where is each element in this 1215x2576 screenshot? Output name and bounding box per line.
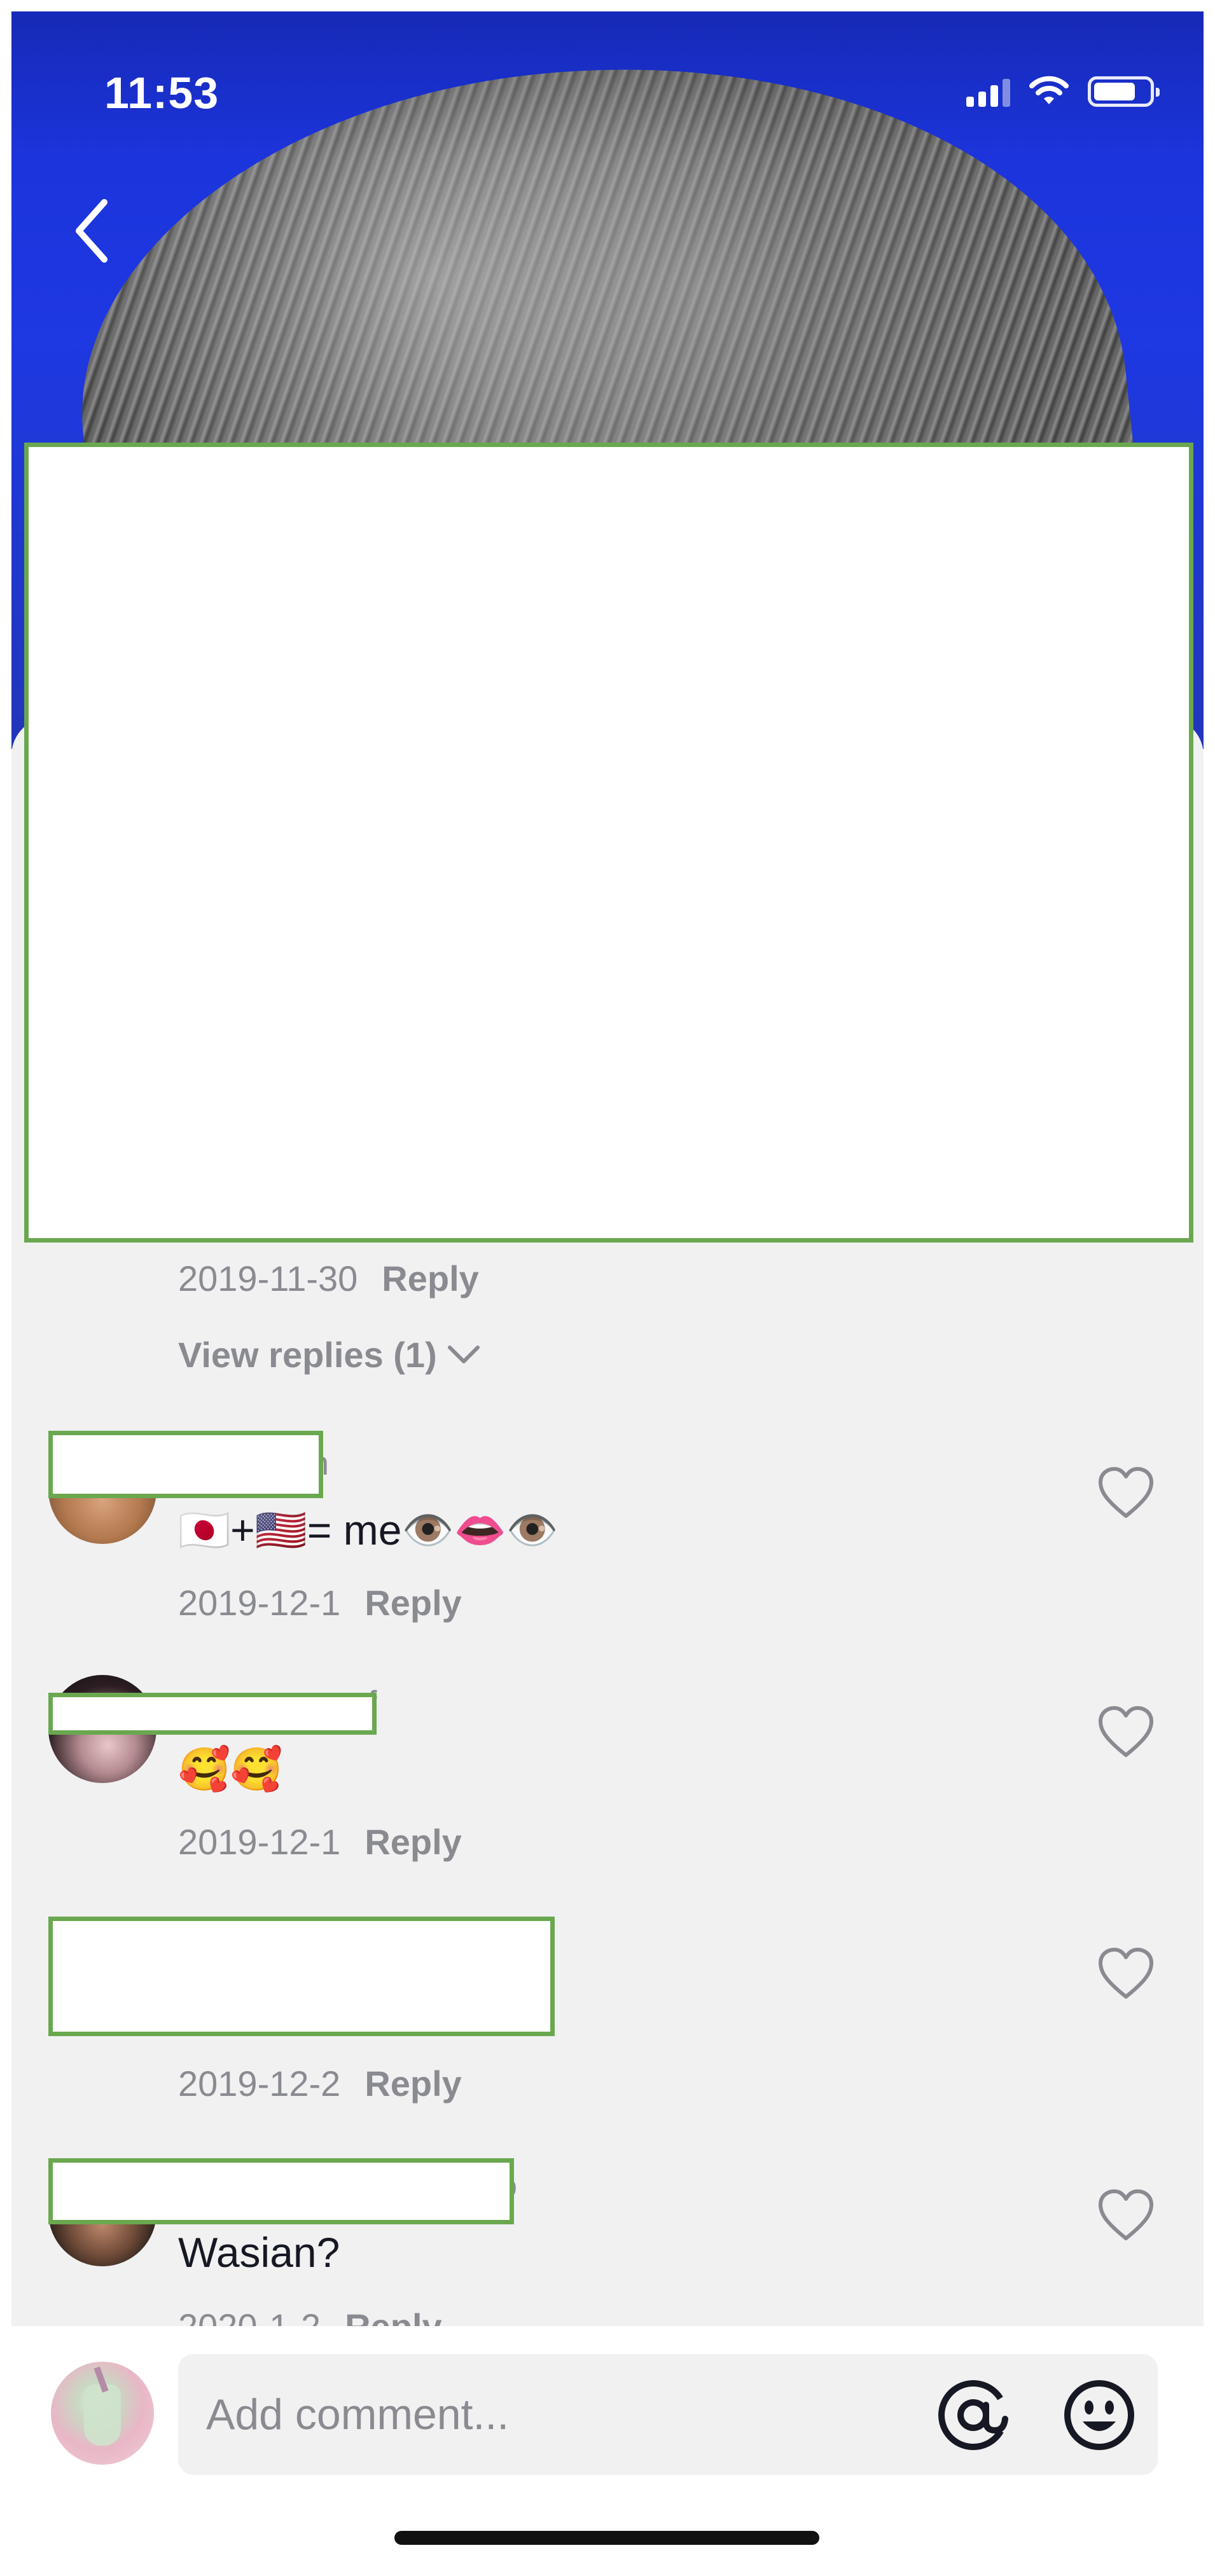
battery-icon xyxy=(1088,76,1160,107)
screen: 11:53 2019-11-30 Reply View replies (1) xyxy=(11,11,1204,2565)
comment-text: 🇯🇵+🇺🇸= me👁️👄👁️ xyxy=(178,1506,559,1553)
comment-date: 2019-12-2 xyxy=(178,2063,341,2104)
comment-meta: 2019-12-1 Reply xyxy=(178,1582,462,1623)
at-icon[interactable] xyxy=(935,2377,1011,2453)
redacted-username xyxy=(48,1693,377,1735)
wifi-icon xyxy=(1029,76,1069,104)
comment-meta: 2019-12-2 Reply xyxy=(178,2063,462,2104)
my-avatar[interactable] xyxy=(51,2362,154,2465)
redacted-comment xyxy=(48,1917,555,2036)
reply-button[interactable]: Reply xyxy=(364,1582,462,1623)
chevron-down-icon xyxy=(447,1345,480,1363)
comment-date: 2019-12-1 xyxy=(178,1822,341,1862)
comment-text: Wasian? xyxy=(178,2229,340,2276)
status-icons xyxy=(966,75,1160,107)
comment-meta: 2019-12-1 Reply xyxy=(178,1821,462,1863)
status-time: 11:53 xyxy=(104,68,219,118)
heart-icon[interactable] xyxy=(1094,2184,1158,2247)
redacted-region xyxy=(24,443,1193,1243)
redacted-username xyxy=(48,2158,514,2224)
view-replies-button[interactable]: View replies (1) xyxy=(178,1334,482,1375)
heart-icon[interactable] xyxy=(1094,1942,1158,2006)
heart-icon[interactable] xyxy=(1094,1700,1158,1764)
heart-icon[interactable] xyxy=(1094,1461,1158,1525)
comment-meta: 2019-11-30 Reply xyxy=(178,1258,479,1299)
view-replies-label: View replies (1) xyxy=(178,1335,437,1375)
comment-date: 2019-11-30 xyxy=(178,1258,358,1298)
back-button[interactable] xyxy=(60,189,130,272)
comment-text: 🥰🥰 xyxy=(178,1746,283,1793)
back-chevron-icon xyxy=(76,199,108,263)
comment-date: 2019-12-1 xyxy=(178,1583,341,1623)
reply-button[interactable]: Reply xyxy=(382,1258,479,1299)
redacted-username xyxy=(48,1431,323,1498)
reply-button[interactable]: Reply xyxy=(364,2063,462,2104)
home-indicator[interactable] xyxy=(394,2531,819,2545)
signal-icon xyxy=(966,78,1010,107)
reply-button[interactable]: Reply xyxy=(364,1821,462,1863)
emoji-icon[interactable] xyxy=(1061,2377,1137,2453)
comment-input-bar xyxy=(11,2326,1204,2565)
